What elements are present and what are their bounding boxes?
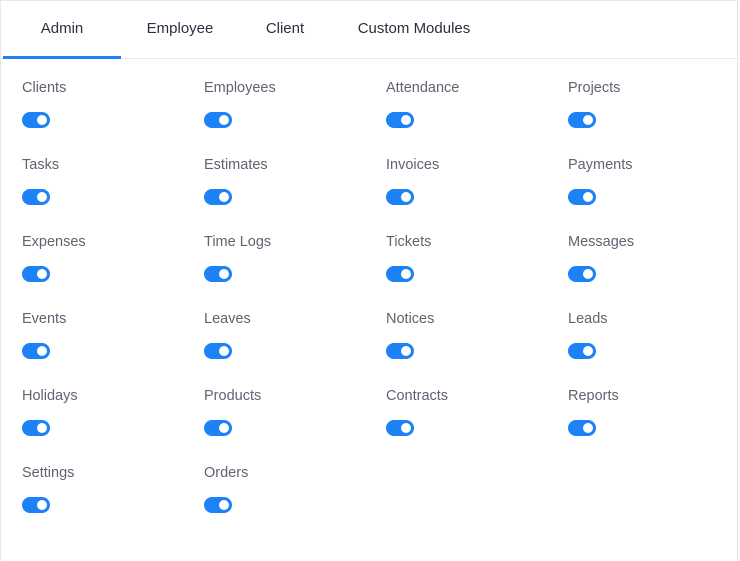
module-toggle-time-logs[interactable] (204, 266, 232, 282)
module-label: Contracts (386, 388, 449, 404)
module-item-events: Events (22, 309, 192, 379)
module-label: Payments (568, 157, 633, 173)
toggle-knob (37, 346, 47, 356)
module-label: Leaves (204, 311, 251, 327)
module-item-settings: Settings (22, 463, 192, 533)
toggle-knob (219, 500, 229, 510)
module-label: Holidays (22, 388, 78, 404)
module-toggle-products[interactable] (204, 420, 232, 436)
module-item-orders: Orders (204, 463, 374, 533)
module-item-reports: Reports (568, 386, 738, 456)
toggle-knob (583, 115, 593, 125)
toggle-knob (37, 192, 47, 202)
module-toggle-reports[interactable] (568, 420, 596, 436)
module-item-holidays: Holidays (22, 386, 192, 456)
toggle-knob (583, 423, 593, 433)
toggle-knob (219, 423, 229, 433)
module-item-contracts: Contracts (386, 386, 556, 456)
module-toggle-estimates[interactable] (204, 189, 232, 205)
module-label: Attendance (386, 80, 460, 96)
toggle-knob (401, 423, 411, 433)
tab-admin[interactable]: Admin (3, 1, 121, 59)
module-toggle-invoices[interactable] (386, 189, 414, 205)
module-item-projects: Projects (568, 78, 738, 148)
module-label: Messages (568, 234, 635, 250)
tab-employee[interactable]: Employee (127, 1, 233, 59)
module-toggle-holidays[interactable] (22, 420, 50, 436)
module-item-tickets: Tickets (386, 232, 556, 302)
module-item-attendance: Attendance (386, 78, 556, 148)
module-item-employees: Employees (204, 78, 374, 148)
toggle-knob (219, 115, 229, 125)
module-label: Tickets (386, 234, 432, 250)
module-item-estimates: Estimates (204, 155, 374, 225)
module-label: Employees (204, 80, 276, 96)
module-label: Orders (204, 465, 249, 481)
module-label: Notices (386, 311, 435, 327)
toggle-knob (583, 269, 593, 279)
module-label: Projects (568, 80, 621, 96)
module-label: Products (204, 388, 262, 404)
module-toggle-clients[interactable] (22, 112, 50, 128)
toggle-knob (401, 346, 411, 356)
module-label: Settings (22, 465, 75, 481)
module-toggle-leaves[interactable] (204, 343, 232, 359)
module-item-expenses: Expenses (22, 232, 192, 302)
module-item-messages: Messages (568, 232, 738, 302)
module-toggle-employees[interactable] (204, 112, 232, 128)
module-toggle-projects[interactable] (568, 112, 596, 128)
module-toggle-orders[interactable] (204, 497, 232, 513)
toggle-knob (219, 346, 229, 356)
module-toggle-settings[interactable] (22, 497, 50, 513)
tab-custom-modules[interactable]: Custom Modules (339, 1, 489, 59)
toggle-knob (37, 269, 47, 279)
module-settings-panel: Admin Employee Client Custom Modules Cli… (0, 0, 739, 561)
toggle-knob (583, 346, 593, 356)
toggle-knob (401, 192, 411, 202)
module-toggle-attendance[interactable] (386, 112, 414, 128)
toggle-knob (401, 115, 411, 125)
module-item-tasks: Tasks (22, 155, 192, 225)
module-item-notices: Notices (386, 309, 556, 379)
module-item-leads: Leads (568, 309, 738, 379)
module-label: Time Logs (204, 234, 272, 250)
tab-bar: Admin Employee Client Custom Modules (1, 1, 739, 59)
module-toggle-tickets[interactable] (386, 266, 414, 282)
module-toggle-events[interactable] (22, 343, 50, 359)
module-toggle-leads[interactable] (568, 343, 596, 359)
toggle-knob (37, 500, 47, 510)
toggle-knob (583, 192, 593, 202)
module-item-leaves: Leaves (204, 309, 374, 379)
module-label: Events (22, 311, 67, 327)
module-label: Leads (568, 311, 608, 327)
module-item-time-logs: Time Logs (204, 232, 374, 302)
toggle-knob (37, 423, 47, 433)
module-toggle-notices[interactable] (386, 343, 414, 359)
toggle-knob (401, 269, 411, 279)
module-item-payments: Payments (568, 155, 738, 225)
module-item-products: Products (204, 386, 374, 456)
toggle-knob (37, 115, 47, 125)
module-toggle-expenses[interactable] (22, 266, 50, 282)
module-label: Reports (568, 388, 619, 404)
toggle-knob (219, 269, 229, 279)
tab-client[interactable]: Client (245, 1, 325, 59)
module-label: Expenses (22, 234, 86, 250)
module-label: Tasks (22, 157, 60, 173)
toggle-knob (219, 192, 229, 202)
module-label: Invoices (386, 157, 440, 173)
module-label: Estimates (204, 157, 268, 173)
module-toggle-tasks[interactable] (22, 189, 50, 205)
module-toggle-payments[interactable] (568, 189, 596, 205)
module-label: Clients (22, 80, 67, 96)
module-toggle-contracts[interactable] (386, 420, 414, 436)
module-item-invoices: Invoices (386, 155, 556, 225)
module-item-clients: Clients (22, 78, 192, 148)
module-toggle-messages[interactable] (568, 266, 596, 282)
